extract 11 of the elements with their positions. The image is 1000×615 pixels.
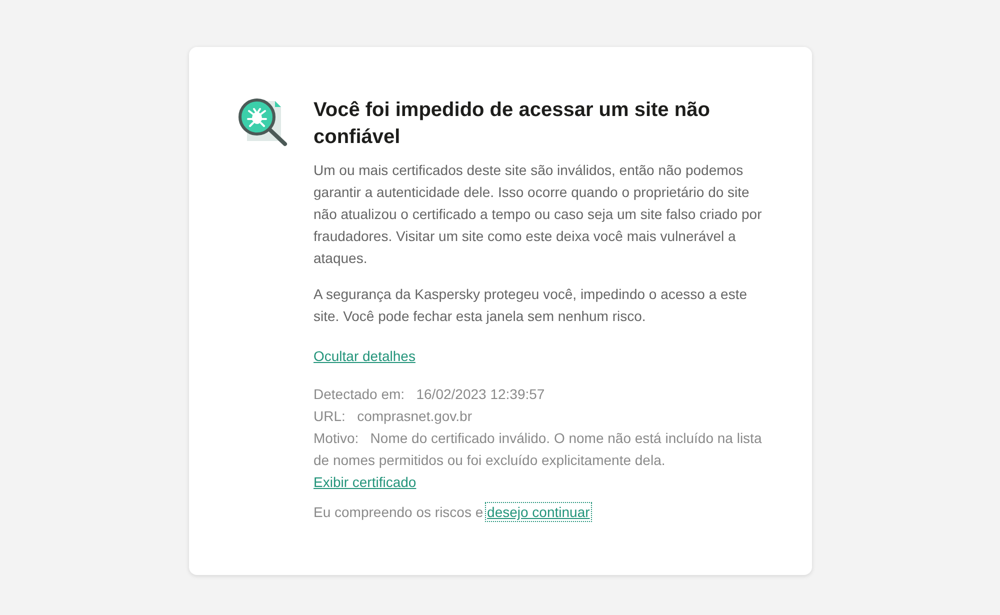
continue-link[interactable]: desejo continuar — [487, 504, 590, 520]
detail-line: URL: comprasnet.gov.br — [314, 407, 473, 426]
hide-details-link[interactable]: Ocultar detalhes — [314, 345, 416, 367]
detail-line: Motivo: Nome do certificado inválido. O nome não está incluído na lista de nomes permitidos ou foi excluído explicitamente dela. Exibir certificado — [314, 429, 763, 492]
proceed-text: Eu compreendo os riscos e desejo continuar — [314, 503, 591, 522]
page-title: Você foi impedido de acessar um site não confiável — [314, 98, 711, 150]
message-paragraph: A segurança da Kaspersky protegeu você, impedindo o acesso a este site. Você pode fechar esta janela sem nenhum risco. — [314, 285, 748, 326]
magnifier-bug-icon — [236, 97, 288, 147]
message-paragraph: Um ou mais certificados deste site são inválidos, então não podemos garantir a autenticidade dele. Isso ocorre quando o proprietário do site não atualizou o certificado a tempo ou caso seja um site falso criado por fraudadores. Visitar um site como este deixa você mais vulnerável a ataques. — [314, 161, 763, 268]
detail-line: Detectado em: 16/02/2023 12:39:57 — [314, 385, 546, 404]
view-certificate-link[interactable]: Exibir certificado — [314, 474, 416, 490]
